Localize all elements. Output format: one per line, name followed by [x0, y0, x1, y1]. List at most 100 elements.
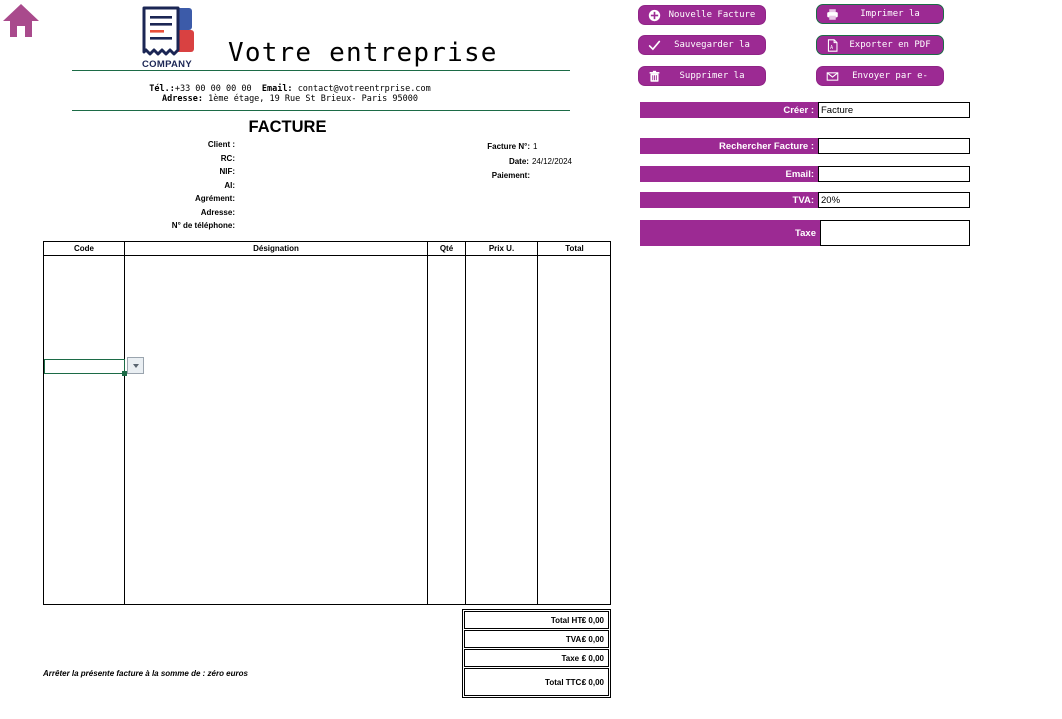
code-dropdown-button[interactable] [127, 357, 144, 374]
table-column-header: Qté [439, 244, 454, 253]
panel-field-row: Rechercher Facture : [640, 138, 970, 154]
panel-field-row: Email: [640, 166, 970, 182]
header-divider-bottom [72, 110, 570, 111]
column-divider-code [124, 242, 125, 604]
table-column-header: Désignation [253, 244, 299, 253]
totals-value: € 0,00 [581, 634, 604, 644]
client-field-label: N° de téléphone: [171, 221, 235, 230]
contact-address-line: Adresse: 1ème étage, 19 Rue St Brieux- P… [10, 94, 570, 104]
logo-wordmark: COMPANY [142, 59, 192, 70]
action-button-sauvegarder-la[interactable]: Sauvegarder la [638, 35, 766, 55]
action-button-supprimer-la[interactable]: Supprimer la [638, 66, 766, 86]
client-info-block: Client : RC: NIF: AI: Agrément: Adresse: N° de… [40, 138, 235, 233]
panel-field-row: Taxe [640, 220, 970, 246]
phone-value: +33 00 00 00 00 [174, 84, 252, 94]
address-label: Adresse: [162, 94, 203, 104]
trash-icon [643, 70, 665, 83]
panel-field-input[interactable]: Facture [818, 102, 970, 118]
client-field-row[interactable]: AI: [40, 179, 235, 193]
totals-row: Total HT: € 0,00 [464, 611, 609, 629]
action-button-label: Supprimer la [679, 71, 745, 81]
panel-field-input[interactable] [820, 220, 970, 246]
totals-value: € 0,00 [581, 615, 604, 625]
client-field-label: Agrément: [194, 194, 235, 203]
column-divider-designation [427, 242, 428, 604]
selected-code-cell[interactable] [44, 359, 127, 376]
email-label: Email: [261, 84, 293, 94]
table-column-header: Total [565, 244, 584, 253]
address-value: 1ème étage, 19 Rue St Brieux- Paris 9500… [208, 94, 418, 104]
client-field-row[interactable]: Client : [40, 138, 235, 152]
panel-field-input[interactable] [818, 166, 970, 182]
action-button-envoyer-par-e[interactable]: Envoyer par e- [816, 66, 944, 86]
totals-row: Total TTC: € 0,00 [464, 668, 609, 696]
header-divider-top [72, 70, 570, 71]
client-field-label: AI: [224, 180, 235, 190]
action-button-label: Sauvegarder la [674, 40, 750, 50]
totals-row: Taxe : € 0,00 [464, 649, 609, 667]
table-header-row: Code Désignation Qté Prix U. Total [44, 242, 610, 256]
panel-field-label: Créer : [640, 102, 818, 118]
client-field-row[interactable]: Agrément: [40, 192, 235, 206]
invoice-app-window: COMPANY Votre entreprise Tél.:+33 00 00 … [0, 0, 1062, 719]
action-panel: Nouvelle Facture Imprimer la Sauvegarder l… [630, 0, 1062, 719]
printer-icon [821, 8, 843, 21]
client-field-label: Adresse: [200, 207, 235, 217]
invoice-meta-row[interactable]: Date: 24/12/2024 [420, 155, 572, 170]
check-icon [643, 39, 665, 52]
svg-text:A: A [830, 44, 833, 50]
invoice-meta-label: Paiement: [491, 171, 530, 180]
totals-value: € 0,00 [581, 677, 604, 687]
action-button-label: Envoyer par e- [852, 71, 928, 81]
totals-row: TVA: € 0,00 [464, 630, 609, 648]
invoice-meta-block: Facture N°: 1 Date: 24/12/2024 Paiement: [420, 140, 572, 184]
column-divider-prix [537, 242, 538, 604]
action-button-label: Exporter en PDF [849, 40, 931, 50]
panel-field-label: TVA: [640, 192, 818, 208]
panel-field-input[interactable] [818, 138, 970, 154]
panel-field-label: Taxe [640, 220, 820, 246]
pdf-file-icon: A [821, 38, 843, 52]
plus-circle-icon [643, 9, 665, 22]
client-field-row[interactable]: NIF: [40, 165, 235, 179]
column-divider-qte [465, 242, 466, 604]
company-name: Votre entreprise [228, 38, 498, 68]
invoice-meta-label: Facture N°: [487, 142, 530, 151]
panel-field-row: Créer : Facture [640, 102, 970, 118]
client-field-row[interactable]: N° de téléphone: [40, 219, 235, 233]
table-column-header: Code [74, 244, 94, 253]
totals-table: Total HT: € 0,00 TVA: € 0,00 Taxe : € 0,00 Tot… [462, 609, 611, 698]
company-logo: COMPANY [134, 4, 200, 70]
envelope-icon [821, 70, 843, 83]
invoice-meta-row[interactable]: Facture N°: 1 [420, 140, 572, 155]
invoice-meta-label: Date: [508, 156, 529, 166]
invoice-meta-row[interactable]: Paiement: [420, 169, 572, 184]
amount-in-words-note: Arrêter la présente facture à la somme d… [43, 669, 248, 678]
action-button-imprimer-la[interactable]: Imprimer la [816, 4, 944, 24]
action-button-exporter-en-pdf[interactable]: A Exporter en PDF [816, 35, 944, 55]
client-field-row[interactable]: Adresse: [40, 206, 235, 220]
invoice-meta-value: 24/12/2024 [531, 156, 572, 166]
email-value: contact@votreentrprise.com [297, 84, 431, 94]
chevron-down-icon [132, 363, 139, 368]
client-field-row[interactable]: RC: [40, 152, 235, 166]
panel-field-label: Email: [640, 166, 818, 182]
action-button-nouvelle-facture[interactable]: Nouvelle Facture [638, 5, 766, 25]
table-column-header: Prix U. [488, 244, 515, 253]
totals-value: € 0,00 [581, 653, 604, 663]
invoice-meta-value: 1 [533, 142, 538, 151]
action-button-label: Imprimer la [860, 9, 920, 19]
action-button-label: Nouvelle Facture [668, 10, 756, 20]
panel-field-label: Rechercher Facture : [640, 138, 818, 154]
panel-field-input[interactable]: 20% [818, 192, 970, 208]
line-items-table[interactable]: Code Désignation Qté Prix U. Total [43, 241, 611, 605]
invoice-document-icon [142, 6, 194, 56]
page-title: FACTURE [248, 118, 327, 136]
contact-phone-email-line: Tél.:+33 00 00 00 00 Email: contact@votr… [10, 84, 570, 94]
panel-field-row: TVA: 20% [640, 192, 970, 208]
phone-label: Tél.: [149, 84, 175, 94]
client-field-label: RC: [220, 153, 235, 163]
invoice-document: COMPANY Votre entreprise Tél.:+33 00 00 … [0, 0, 630, 719]
client-field-label: Client : [207, 140, 235, 149]
client-field-label: NIF: [219, 167, 235, 176]
